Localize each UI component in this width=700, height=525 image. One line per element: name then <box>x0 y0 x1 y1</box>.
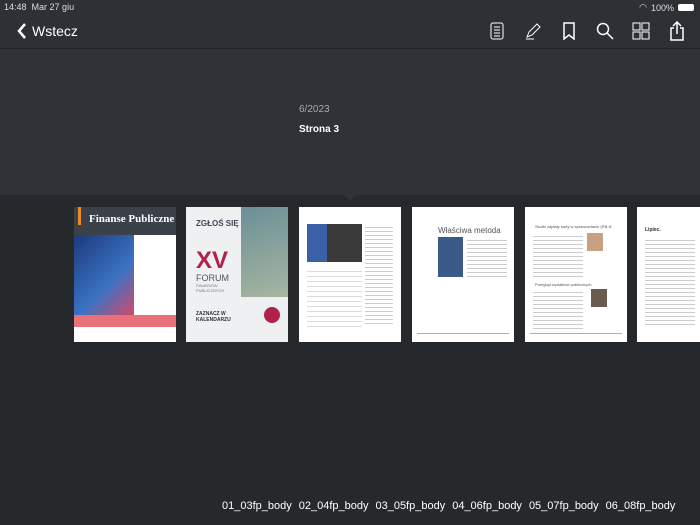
cover-line3: FINANSÓW PUBLICZNYCH <box>196 283 225 293</box>
cover-cta: ZAZNACZ W KALENDARZU <box>196 311 231 323</box>
search-icon[interactable] <box>594 20 616 42</box>
thumbnail-page-5[interactable]: Skutki zapłaty karty w sprawozdaniu (RB-… <box>525 207 627 342</box>
chevron-left-icon <box>17 23 26 39</box>
thumbnail-page-6[interactable]: Lipiec. <box>637 207 700 342</box>
thumbnail-label: 04_06fp_body <box>452 500 522 512</box>
thumbnails-icon[interactable] <box>630 20 652 42</box>
status-bar: 14:48 Mar 27 giu ◠ 100% <box>0 0 700 14</box>
battery-level: 100% <box>650 2 674 13</box>
thumbnail-label: 06_08fp_body <box>605 500 676 512</box>
share-icon[interactable] <box>666 20 688 42</box>
wifi-icon: ◠ <box>639 2 647 12</box>
cover-title: Finanse Publiczne <box>78 207 176 225</box>
article-title-2: Przegląd wydatków publicznych <box>535 282 592 287</box>
thumbnail-label: 01_03fp_body <box>222 500 292 512</box>
thumbnail-page-4[interactable]: Właściwa metoda <box>412 207 514 342</box>
cover-line2: FORUM <box>196 273 229 283</box>
thumbnail-label: 02_04fp_body <box>298 500 369 512</box>
battery-icon <box>678 4 694 11</box>
back-label: Wstecz <box>32 23 78 39</box>
article-title-1: Skutki zapłaty karty w sprawozdaniu (RB-… <box>535 224 612 229</box>
thumbnail-page-3[interactable] <box>299 207 401 342</box>
nav-bar: Wstecz <box>0 14 700 49</box>
selection-caret <box>344 195 356 201</box>
bookmark-icon[interactable] <box>558 20 580 42</box>
cover-line1: ZGŁOŚ SIĘ <box>196 219 239 228</box>
thumbnail-page-2[interactable]: ZGŁOŚ SIĘ XV FORUM FINANSÓW PUBLICZNYCH … <box>186 207 288 342</box>
article-title: Lipiec. <box>645 227 661 233</box>
status-time: 14:48 Mar 27 giu <box>4 2 75 12</box>
pencil-icon[interactable] <box>522 20 544 42</box>
cover-big: XV <box>196 247 229 274</box>
issue-number: 6/2023 <box>299 104 330 115</box>
thumbnail-labels: 01_03fp_body 02_04fp_body 03_05fp_body 0… <box>222 500 698 512</box>
thumbnail-page-1[interactable]: Finanse Publiczne <box>74 207 176 342</box>
thumbnail-label: 03_05fp_body <box>375 500 446 512</box>
list-icon[interactable] <box>486 20 508 42</box>
page-info-panel <box>0 49 700 195</box>
thumbnail-label: 05_07fp_body <box>528 500 599 512</box>
article-title: Właściwa metoda <box>438 226 501 235</box>
page-number: Strona 3 <box>299 124 340 135</box>
back-button[interactable]: Wstecz <box>16 22 78 40</box>
